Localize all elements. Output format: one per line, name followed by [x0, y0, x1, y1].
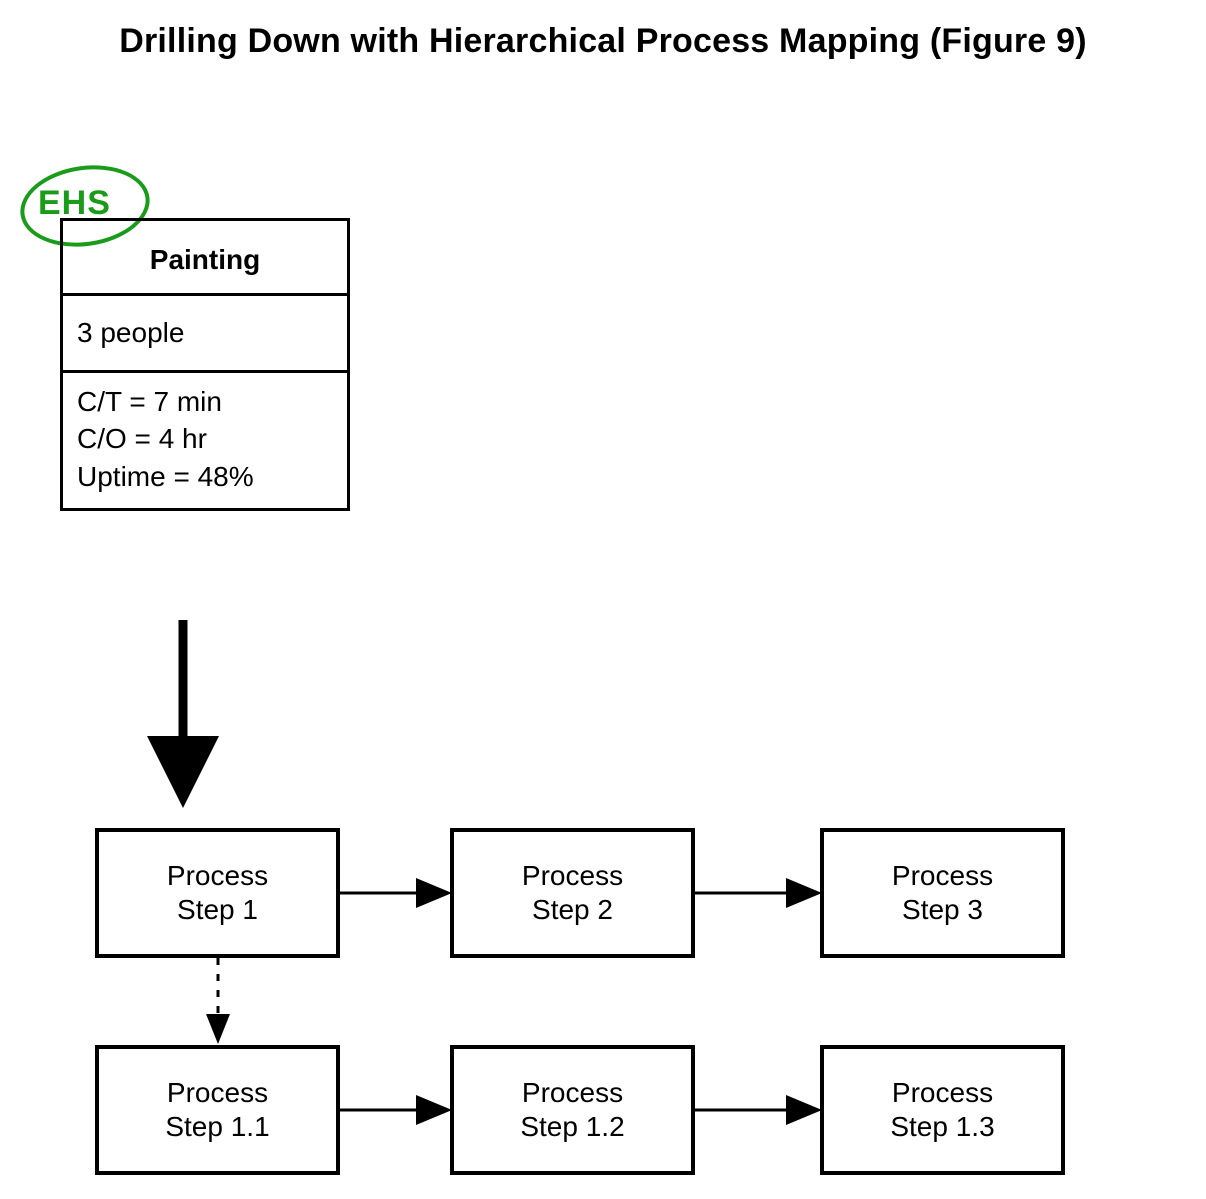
process-step-2: Process Step 2 [450, 828, 695, 958]
metric-ct: C/T = 7 min [77, 383, 333, 421]
process-step-3: Process Step 3 [820, 828, 1065, 958]
diagram-title: Drilling Down with Hierarchical Process … [0, 22, 1206, 61]
metric-co: C/O = 4 hr [77, 420, 333, 458]
process-step-label: Process Step 2 [522, 859, 623, 926]
process-step-1: Process Step 1 [95, 828, 340, 958]
process-name: Painting [63, 221, 347, 296]
process-step-1-2: Process Step 1.2 [450, 1045, 695, 1175]
vsm-process-box: Painting 3 people C/T = 7 min C/O = 4 hr… [60, 218, 350, 511]
process-step-label: Process Step 3 [892, 859, 993, 926]
process-metrics: C/T = 7 min C/O = 4 hr Uptime = 48% [63, 373, 347, 508]
process-people: 3 people [63, 296, 347, 373]
arrows-layer [0, 0, 1206, 1199]
process-step-label: Process Step 1.3 [890, 1076, 994, 1143]
process-step-label: Process Step 1.1 [165, 1076, 269, 1143]
process-step-label: Process Step 1.2 [520, 1076, 624, 1143]
process-step-1-3: Process Step 1.3 [820, 1045, 1065, 1175]
process-step-1-1: Process Step 1.1 [95, 1045, 340, 1175]
process-step-label: Process Step 1 [167, 859, 268, 926]
metric-uptime: Uptime = 48% [77, 458, 333, 496]
diagram-canvas: Drilling Down with Hierarchical Process … [0, 0, 1206, 1199]
